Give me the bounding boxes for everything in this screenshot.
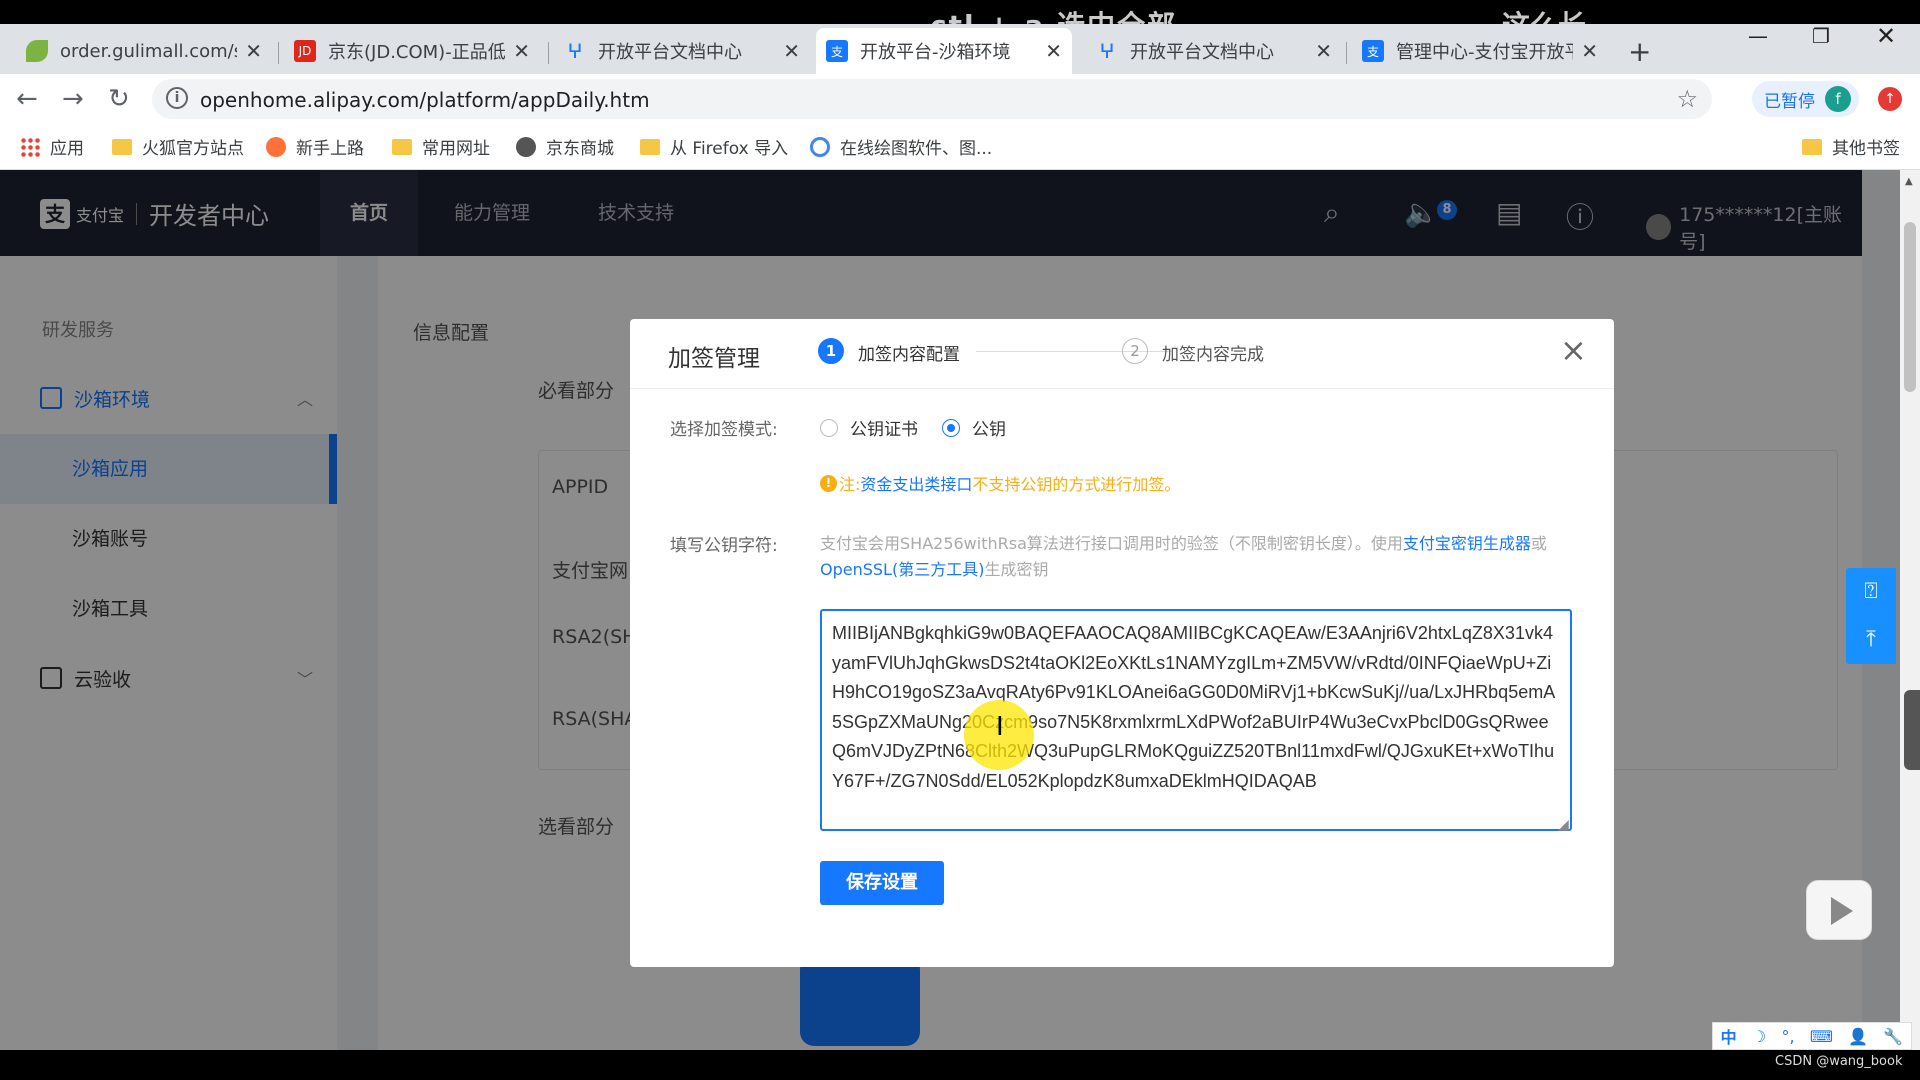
close-icon[interactable]: ✕: [1045, 39, 1062, 63]
warning-note: ! 注: 资金支出类接口 不支持公钥的方式进行加签。: [820, 471, 1180, 495]
close-icon[interactable]: ✕: [513, 39, 530, 63]
ime-tool-icon[interactable]: 🔧: [1883, 1027, 1903, 1046]
openssl-link[interactable]: OpenSSL(第三方工具): [820, 560, 984, 579]
back-to-top-icon[interactable]: ⤒: [1846, 616, 1896, 664]
tab-bar: order.gulimall.com/su ✕ JD 京东(JD.COM)-正品…: [0, 22, 1920, 74]
globe-icon: [516, 136, 536, 157]
warning-icon: !: [820, 474, 837, 492]
folder-icon: [640, 138, 660, 155]
window-close-icon[interactable]: ✕: [1876, 22, 1896, 50]
step-2-label: 加签内容完成: [1162, 345, 1264, 365]
bookmark-apps[interactable]: 应用: [20, 134, 84, 159]
close-icon[interactable]: ✕: [1315, 39, 1332, 63]
ime-user-icon[interactable]: 👤: [1848, 1027, 1868, 1046]
draw-icon: [810, 136, 830, 157]
reload-icon[interactable]: ↻: [108, 84, 130, 114]
step-2-number: 2: [1122, 338, 1148, 364]
alipay-icon: 支: [1362, 40, 1384, 62]
key-label: 填写公钥字符:: [670, 536, 778, 556]
note-link[interactable]: 资金支出类接口: [860, 471, 972, 495]
floating-toolbar: ⍰ ⤒: [1846, 568, 1896, 664]
info-icon[interactable]: i: [166, 87, 188, 109]
modal-title: 加签管理: [668, 346, 760, 372]
url-input[interactable]: i openhome.alipay.com/platform/appDaily.…: [152, 79, 1712, 119]
radio-circle[interactable]: [820, 418, 838, 437]
folder-icon: [392, 138, 412, 155]
radio-public-key[interactable]: 公钥: [942, 415, 1006, 440]
back-icon[interactable]: ←: [16, 84, 38, 114]
mode-label: 选择加签模式:: [670, 420, 778, 440]
key-generator-link[interactable]: 支付宝密钥生成器: [1403, 534, 1531, 553]
extension-icon[interactable]: ↑: [1878, 87, 1902, 111]
new-tab-button[interactable]: +: [1618, 28, 1658, 74]
minimize-icon[interactable]: —: [1748, 24, 1768, 48]
text-cursor-icon: I: [996, 712, 1004, 742]
bookmark-jd[interactable]: 京东商城: [516, 134, 614, 159]
close-icon[interactable]: ✕: [245, 39, 262, 63]
star-icon[interactable]: ☆: [1676, 85, 1698, 113]
leaf-icon: [26, 40, 48, 62]
tab-admin[interactable]: 支 管理中心-支付宝开放平 ✕: [1352, 28, 1608, 74]
play-icon: [1831, 897, 1853, 925]
avatar: f: [1825, 86, 1851, 112]
folder-icon: [1802, 138, 1822, 155]
tab-docs-1[interactable]: ⵖ 开放平台文档中心 ✕: [554, 28, 810, 74]
close-icon[interactable]: ✕: [783, 39, 800, 63]
tab-jd[interactable]: JD 京东(JD.COM)-正品低 ✕: [284, 28, 540, 74]
radio-public-key-cert[interactable]: 公钥证书: [820, 415, 918, 440]
page-scrollbar[interactable]: ▲: [1900, 170, 1920, 1050]
alipay-icon: 支: [826, 40, 848, 62]
ant-icon: ⵖ: [567, 39, 583, 63]
scroll-thumb[interactable]: [1904, 222, 1916, 392]
address-bar: ← → ↻ i openhome.alipay.com/platform/app…: [0, 74, 1920, 124]
feedback-icon[interactable]: ⍰: [1846, 568, 1896, 616]
firefox-icon: [266, 136, 286, 157]
close-icon[interactable]: ×: [1560, 331, 1587, 369]
public-key-textarea[interactable]: MIIBIjANBgkqhkiG9w0BAQEFAAOCAQ8AMIIBCgKC…: [820, 609, 1572, 831]
bookmark-common[interactable]: 常用网址: [392, 134, 490, 159]
watermark: CSDN @wang_book: [1775, 1054, 1903, 1069]
video-button[interactable]: [1806, 880, 1872, 940]
bookmarks-bar: 应用 火狐官方站点 新手上路 常用网址 京东商城 从 Firefox 导入 在线…: [0, 124, 1920, 170]
profile-paused-button[interactable]: 已暂停 f: [1752, 81, 1859, 117]
scroll-up-icon[interactable]: ▲: [1905, 176, 1913, 187]
bookmark-other[interactable]: 其他书签: [1802, 134, 1900, 159]
restore-icon[interactable]: ❐: [1812, 24, 1830, 48]
bookmark-getting-started[interactable]: 新手上路: [266, 134, 364, 159]
save-button[interactable]: 保存设置: [820, 861, 944, 905]
radio-circle-checked[interactable]: [942, 418, 960, 437]
folder-icon: [112, 138, 132, 155]
modal-header: 加签管理 1 加签内容配置 2 加签内容完成 ×: [630, 319, 1614, 389]
jd-icon: JD: [294, 40, 316, 62]
close-icon[interactable]: ✕: [1581, 39, 1598, 63]
tab-sandbox[interactable]: 支 开放平台-沙箱环境 ✕: [816, 28, 1072, 74]
bookmark-firefox-site[interactable]: 火狐官方站点: [112, 134, 244, 159]
tab-gulimall[interactable]: order.gulimall.com/su ✕: [16, 28, 272, 74]
side-handle[interactable]: [1904, 690, 1920, 770]
step-1-label: 加签内容配置: [858, 345, 960, 365]
step-1-number: 1: [818, 338, 844, 364]
ime-toolbar: 中 ☽ °, ⌨ 👤 🔧: [1712, 1022, 1912, 1050]
forward-icon[interactable]: →: [62, 84, 84, 114]
ime-chinese-icon[interactable]: 中: [1721, 1024, 1737, 1048]
ime-moon-icon[interactable]: ☽: [1752, 1027, 1766, 1046]
resize-handle-icon[interactable]: ◢: [1558, 817, 1569, 833]
apps-icon: [20, 136, 40, 157]
ant-icon: ⵖ: [1099, 39, 1115, 63]
key-hint: 支付宝会用SHA256withRsa算法进行接口调用时的验签（不限制密钥长度）。…: [820, 534, 1547, 579]
signing-modal: 加签管理 1 加签内容配置 2 加签内容完成 × 选择加签模式: 公钥证书 公钥…: [630, 319, 1614, 967]
tab-docs-2[interactable]: ⵖ 开放平台文档中心 ✕: [1086, 28, 1342, 74]
ime-punct-icon[interactable]: °,: [1782, 1027, 1795, 1046]
ime-keyboard-icon[interactable]: ⌨: [1810, 1027, 1833, 1046]
bookmark-draw[interactable]: 在线绘图软件、图...: [810, 134, 992, 159]
bookmark-firefox-import[interactable]: 从 Firefox 导入: [640, 134, 788, 159]
